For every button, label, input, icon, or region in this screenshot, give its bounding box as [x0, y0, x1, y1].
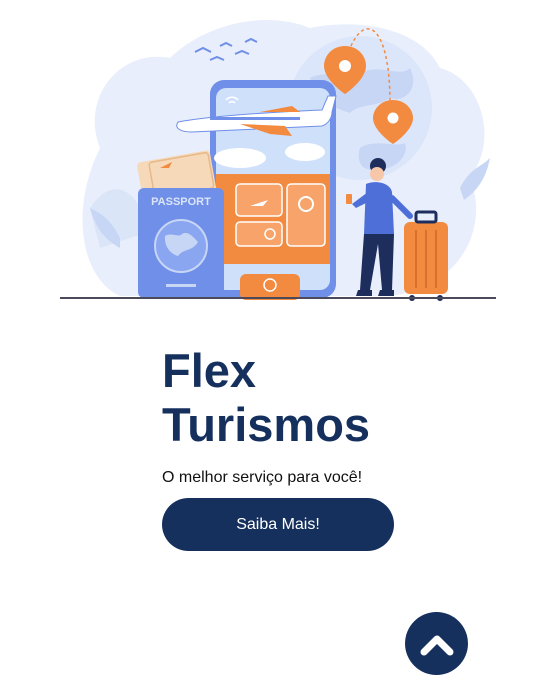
ground-line [60, 297, 496, 299]
brand-title-line1: Flex [162, 344, 257, 397]
saiba-mais-button[interactable]: Saiba Mais! [162, 498, 394, 551]
chevron-up-icon [420, 635, 453, 655]
scroll-to-top-button[interactable] [405, 612, 468, 675]
brand-title: Flex Turismos [162, 344, 422, 452]
brand-title-line2: Turismos [162, 398, 371, 451]
hero-illustration: PASSPORT [60, 8, 500, 304]
tagline: O melhor serviço para você! [162, 469, 363, 486]
passport-label: PASSPORT [151, 196, 211, 208]
